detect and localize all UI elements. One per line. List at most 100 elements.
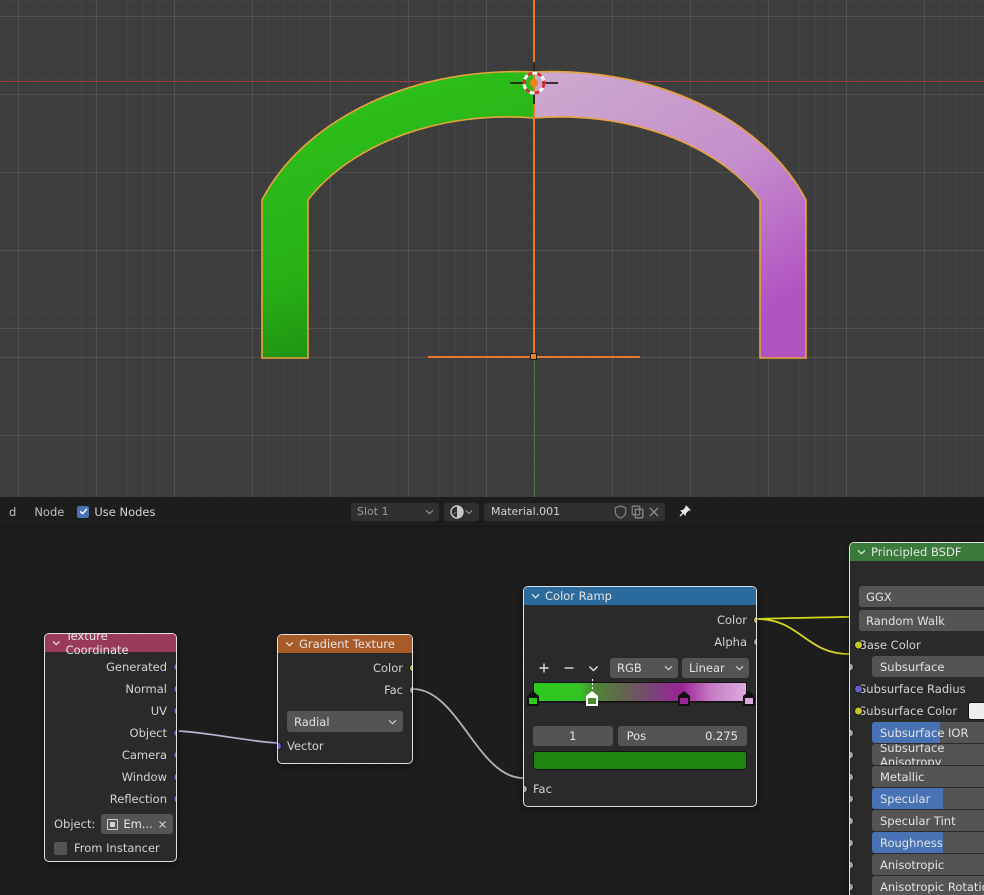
socket-reflection[interactable]: Reflection [45, 788, 176, 810]
pin-button[interactable] [677, 504, 692, 519]
bsdf-input-row[interactable]: Subsurface IOR [872, 722, 984, 743]
color-ramp-value-row[interactable]: 1 Pos 0.275 [533, 726, 747, 746]
socket-camera[interactable]: Camera [45, 744, 176, 766]
socket-dot[interactable] [172, 706, 176, 716]
ramp-menu-button[interactable] [581, 658, 606, 678]
socket-dot[interactable] [850, 816, 854, 826]
socket-vector[interactable]: Vector [278, 735, 412, 757]
socket-dot[interactable] [853, 706, 863, 715]
color-ramp-gradient-bar[interactable] [533, 682, 747, 702]
color-ramp-toolbar[interactable]: RGB Linear [531, 658, 749, 678]
object-field[interactable]: Em... [101, 814, 173, 834]
material-type-dropdown[interactable] [444, 502, 479, 521]
node-header-color-ramp[interactable]: Color Ramp [524, 587, 756, 605]
node-principled-bsdf[interactable]: Principled BSDF GGX Random Walk Base Col… [849, 542, 984, 895]
stop-swatch-box[interactable] [527, 696, 539, 706]
socket-dot[interactable] [172, 684, 176, 694]
socket-normal[interactable]: Normal [45, 678, 176, 700]
socket-dot[interactable] [850, 838, 854, 848]
node-header-texture-coordinate[interactable]: Texture Coordinate [45, 634, 176, 657]
add-stop-button[interactable] [531, 658, 556, 678]
bsdf-input-row[interactable]: Metallic [872, 766, 984, 787]
close-icon[interactable] [158, 820, 167, 829]
bsdf-input-row[interactable]: Base Color [853, 634, 984, 655]
socket-dot[interactable] [408, 685, 412, 695]
socket-dot[interactable] [172, 794, 176, 804]
socket-dot[interactable] [408, 663, 412, 673]
stop-index-field[interactable]: 1 [533, 726, 613, 746]
chevron-down-icon[interactable] [531, 593, 540, 599]
socket-object[interactable]: Object [45, 722, 176, 744]
color-ramp-stop[interactable] [586, 679, 599, 706]
close-icon[interactable] [648, 506, 660, 518]
socket-color[interactable]: Color [524, 609, 756, 631]
principled-bsdf-inputs[interactable]: Base Color Subsurface Subsurface Radius Sub… [850, 634, 984, 895]
bsdf-input-row[interactable]: Anisotropic [872, 854, 984, 875]
interpolation-dropdown[interactable]: Linear [682, 658, 749, 678]
color-mode-dropdown[interactable]: RGB [610, 658, 678, 678]
shader-node-editor[interactable]: Texture Coordinate Generated Normal UV O… [0, 527, 984, 895]
socket-dot[interactable] [172, 662, 176, 672]
remove-stop-button[interactable] [556, 658, 581, 678]
socket-dot[interactable] [850, 750, 854, 760]
bsdf-input-row[interactable]: Subsurface Radius [853, 678, 984, 699]
menu-add-truncated[interactable]: d [0, 505, 25, 519]
3d-viewport[interactable] [0, 0, 984, 497]
stop-swatch-box[interactable] [743, 696, 755, 706]
socket-fac[interactable]: Fac [278, 679, 412, 701]
chevron-down-icon[interactable] [52, 640, 61, 646]
socket-uv[interactable]: UV [45, 700, 176, 722]
socket-dot[interactable] [752, 615, 756, 625]
object-picker-row[interactable]: Object: Em... [54, 814, 173, 834]
socket-dot[interactable] [853, 640, 863, 649]
node-color-ramp[interactable]: Color Ramp Color Alpha RGB Linear 1 Pos … [523, 586, 757, 807]
use-nodes-checkbox[interactable]: Use Nodes [77, 505, 155, 519]
socket-alpha[interactable]: Alpha [524, 631, 756, 653]
node-header-gradient-texture[interactable]: Gradient Texture [278, 635, 412, 653]
distribution-dropdown[interactable]: GGX [859, 586, 984, 607]
node-texture-coordinate[interactable]: Texture Coordinate Generated Normal UV O… [44, 633, 177, 862]
color-ramp-stop[interactable] [527, 691, 539, 706]
socket-generated[interactable]: Generated [45, 656, 176, 678]
socket-dot[interactable] [524, 784, 528, 794]
bsdf-input-row[interactable]: Subsurface Color [853, 700, 984, 721]
stop-swatch-box[interactable] [678, 696, 691, 706]
stop-swatch-box[interactable] [586, 696, 599, 706]
shield-icon[interactable] [614, 504, 627, 519]
socket-dot[interactable] [850, 860, 854, 870]
bsdf-input-row[interactable]: Specular [872, 788, 984, 809]
arch-object-group[interactable] [0, 0, 984, 497]
socket-fac[interactable]: Fac [524, 778, 756, 800]
color-ramp-stop[interactable] [678, 691, 691, 706]
from-instancer-checkbox[interactable]: From Instancer [54, 841, 167, 855]
bsdf-input-row[interactable]: Anisotropic Rotation [872, 876, 984, 895]
arch-mesh[interactable] [0, 0, 984, 497]
socket-dot[interactable] [172, 750, 176, 760]
bsdf-input-row[interactable]: Subsurface Anisotropy [872, 744, 984, 765]
socket-window[interactable]: Window [45, 766, 176, 788]
socket-dot[interactable] [850, 772, 854, 782]
stop-color-swatch[interactable] [533, 751, 747, 770]
material-name-field[interactable]: Material.001 [484, 502, 611, 521]
socket-dot[interactable] [850, 882, 854, 892]
node-gradient-texture[interactable]: Gradient Texture Color Fac Radial Vector [277, 634, 413, 764]
socket-dot[interactable] [850, 794, 854, 804]
bsdf-input-row[interactable]: Roughness [872, 832, 984, 853]
socket-dot[interactable] [172, 728, 176, 738]
socket-dot[interactable] [752, 637, 756, 647]
material-slot-dropdown[interactable]: Slot 1 [351, 502, 439, 521]
bsdf-input-row[interactable]: Specular Tint [872, 810, 984, 831]
copy-icon[interactable] [631, 505, 644, 519]
color-ramp-stop[interactable] [743, 691, 755, 706]
chevron-down-icon[interactable] [285, 641, 294, 647]
checkbox-box[interactable] [54, 841, 67, 855]
socket-dot[interactable] [278, 741, 282, 751]
gradient-type-dropdown[interactable]: Radial [287, 711, 403, 732]
subsurface-method-dropdown[interactable]: Random Walk [859, 610, 984, 631]
stop-position-field[interactable]: Pos 0.275 [617, 726, 747, 746]
chevron-down-icon[interactable] [857, 549, 866, 555]
bsdf-input-row[interactable]: Subsurface [872, 656, 984, 677]
socket-dot[interactable] [853, 684, 863, 693]
socket-color[interactable]: Color [278, 657, 412, 679]
menu-node[interactable]: Node [25, 505, 73, 519]
